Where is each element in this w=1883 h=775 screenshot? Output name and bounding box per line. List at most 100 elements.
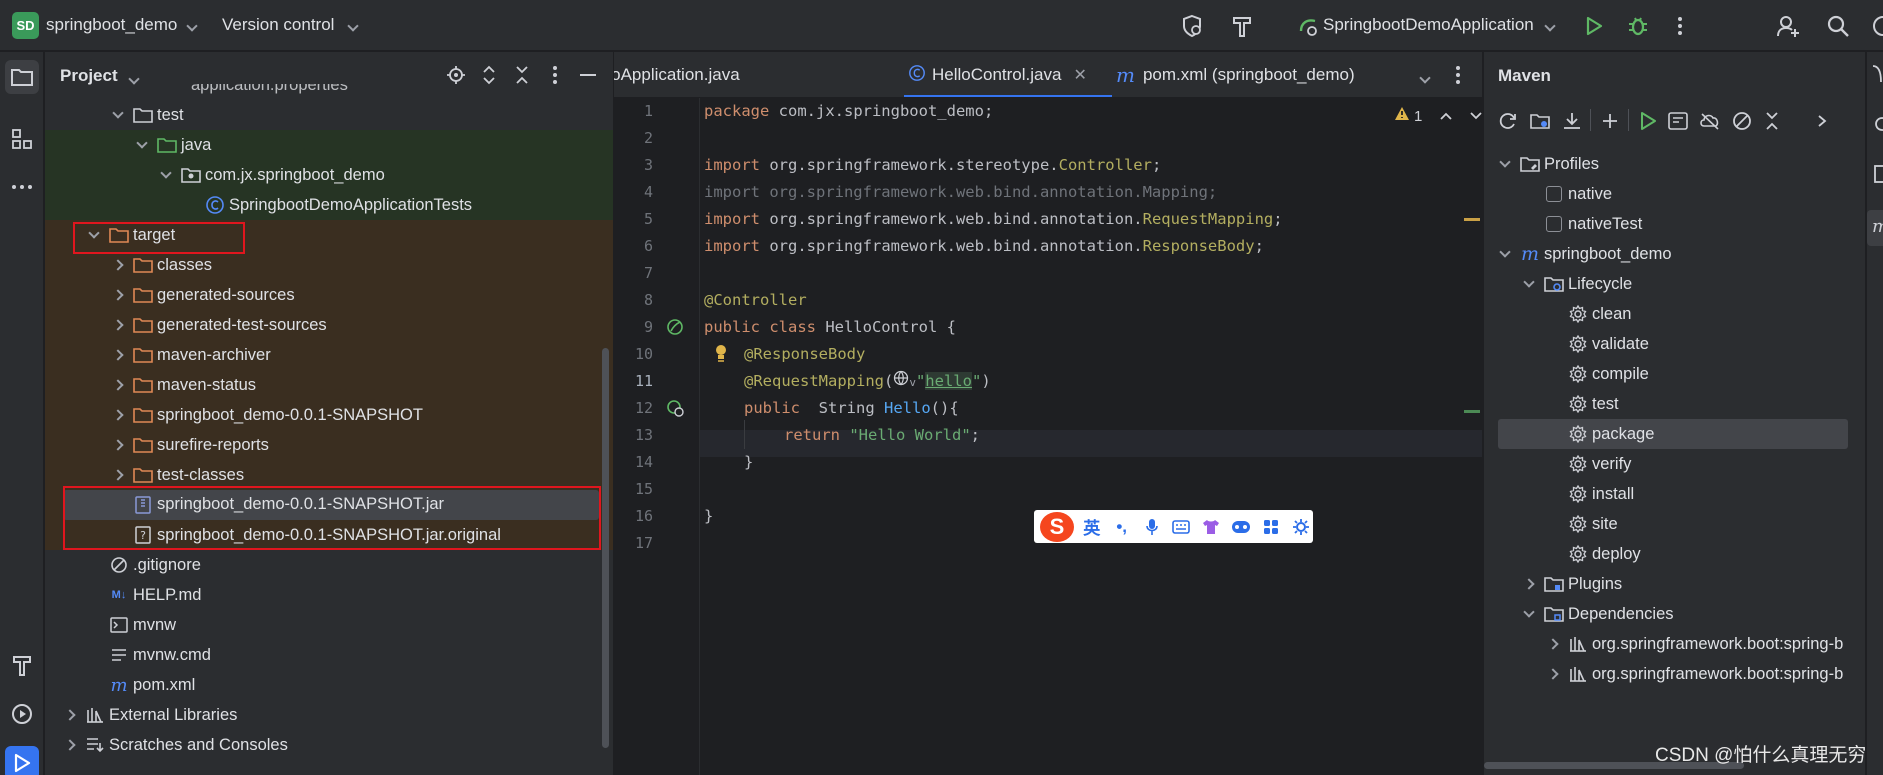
chevron-down-icon[interactable] — [87, 227, 101, 242]
chevron-right-icon[interactable] — [1546, 667, 1560, 681]
minimize-icon[interactable] — [580, 74, 596, 76]
settings-icon[interactable] — [1289, 516, 1313, 538]
chevron-right-icon[interactable] — [111, 438, 125, 452]
database-icon[interactable] — [1869, 112, 1883, 136]
run-icon[interactable] — [1636, 109, 1660, 133]
spring-bean-gutter-icon[interactable] — [666, 318, 684, 341]
tree-item-generated-test-sources[interactable]: generated-test-sources — [45, 310, 613, 340]
chevron-down-icon[interactable] — [111, 107, 125, 122]
maven-dependency[interactable]: org.springframework.boot:spring-b — [1484, 629, 1865, 659]
tree-item-surefire-reports[interactable]: surefire-reports — [45, 430, 613, 460]
chevron-right-icon[interactable] — [111, 288, 125, 302]
chevron-down-icon[interactable] — [1498, 156, 1512, 171]
maven-goal-package[interactable]: package — [1498, 419, 1848, 449]
tree-item-scratches[interactable]: Scratches and Consoles — [45, 730, 613, 760]
profile-checkbox[interactable] — [1544, 214, 1564, 234]
project-tool-button[interactable] — [5, 60, 39, 94]
project-name-button[interactable]: springboot_demo — [46, 15, 177, 35]
tree-item-generated-sources[interactable]: generated-sources — [45, 280, 613, 310]
chevron-right-icon[interactable] — [1546, 637, 1560, 651]
microphone-icon[interactable] — [1140, 516, 1164, 538]
run-configuration-selector[interactable]: SpringbootDemoApplication — [1323, 15, 1534, 35]
tree-item-maven-status[interactable]: maven-status — [45, 370, 613, 400]
chevron-down-icon[interactable] — [1419, 69, 1431, 87]
chevron-down-icon[interactable] — [159, 167, 173, 182]
maven-goal-deploy[interactable]: deploy — [1484, 539, 1865, 569]
version-control-button[interactable]: Version control — [222, 15, 334, 35]
skin-shirt-icon[interactable] — [1199, 516, 1223, 538]
chevron-right-icon[interactable] — [111, 258, 125, 272]
maven-goal-compile[interactable]: compile — [1484, 359, 1865, 389]
maven-item-plugins[interactable]: Plugins — [1484, 569, 1865, 599]
chevron-right-icon[interactable] — [1810, 109, 1834, 133]
chevron-right-icon[interactable] — [1522, 577, 1536, 591]
reload-icon[interactable] — [1496, 109, 1520, 133]
tab-options-icon[interactable] — [1455, 65, 1461, 90]
ime-language-toggle[interactable]: 英 — [1080, 516, 1104, 538]
chevron-down-icon[interactable] — [1498, 246, 1512, 261]
tree-item-mvnw[interactable]: mvnw — [45, 610, 613, 640]
tree-item-snapshot-folder[interactable]: springboot_demo-0.0.1-SNAPSHOT — [45, 400, 613, 430]
maven-item-dependencies[interactable]: Dependencies — [1484, 599, 1865, 629]
hammer-icon[interactable] — [1228, 12, 1256, 40]
tree-item-help-md[interactable]: M↓ HELP.md — [45, 580, 613, 610]
tree-item[interactable]: application.properties — [45, 84, 613, 100]
maven-goal-validate[interactable]: validate — [1484, 329, 1865, 359]
services-tool-button[interactable] — [5, 697, 39, 731]
chevron-down-icon[interactable] — [1522, 276, 1536, 291]
gamepad-icon[interactable] — [1229, 516, 1253, 538]
code-editor[interactable]: package com.jx.springboot_demo; import o… — [704, 98, 1464, 775]
tree-item-java[interactable]: java — [45, 130, 613, 160]
offline-mode-icon[interactable] — [1698, 109, 1722, 133]
tree-item-external-libraries[interactable]: External Libraries — [45, 700, 613, 730]
download-icon[interactable] — [1560, 109, 1584, 133]
add-user-icon[interactable] — [1774, 12, 1802, 40]
ime-toolbar[interactable]: S 英 •, — [1034, 510, 1313, 543]
tree-item-maven-archiver[interactable]: maven-archiver — [45, 340, 613, 370]
chevron-right-icon[interactable] — [63, 738, 77, 752]
vertical-scrollbar[interactable] — [602, 348, 609, 748]
gradle-icon[interactable] — [1869, 162, 1883, 186]
tree-item-classes[interactable]: classes — [45, 250, 613, 280]
tree-item-test-classes[interactable]: test-classes — [45, 460, 613, 490]
more-tools-icon[interactable] — [5, 170, 39, 204]
run-tool-button[interactable] — [5, 746, 39, 775]
shield-icon[interactable] — [1178, 12, 1206, 40]
globe-icon[interactable] — [893, 368, 909, 395]
endpoint-gutter-icon[interactable] — [666, 399, 684, 422]
search-icon[interactable] — [1824, 12, 1852, 40]
notifications-icon[interactable] — [1869, 62, 1883, 86]
change-stripe-marker[interactable] — [1464, 410, 1480, 413]
run-icon[interactable] — [1580, 12, 1608, 40]
ime-punctuation-toggle[interactable]: •, — [1110, 516, 1134, 538]
add-icon[interactable] — [1598, 109, 1622, 133]
apps-grid-icon[interactable] — [1259, 516, 1283, 538]
collapse-all-icon[interactable] — [1760, 109, 1784, 133]
build-tool-button[interactable] — [5, 648, 39, 682]
tree-item-test[interactable]: test — [45, 100, 613, 130]
chevron-down-icon[interactable] — [1522, 606, 1536, 621]
tree-item-jar-original[interactable]: ? springboot_demo-0.0.1-SNAPSHOT.jar.ori… — [45, 520, 613, 550]
execute-goal-icon[interactable] — [1666, 109, 1690, 133]
tab-springboot-demo-application[interactable]: SpringbootDemoApplication.java — [614, 52, 740, 97]
chevron-right-icon[interactable] — [111, 408, 125, 422]
chevron-down-icon[interactable] — [1470, 107, 1482, 125]
tree-item-pom[interactable]: m pom.xml — [45, 670, 613, 700]
tree-item-gitignore[interactable]: .gitignore — [45, 550, 613, 580]
tree-item-mvnw-cmd[interactable]: mvnw.cmd — [45, 640, 613, 670]
project-panel-title[interactable]: Project — [60, 66, 118, 86]
structure-tool-button[interactable] — [5, 122, 39, 156]
tab-hello-control[interactable]: HelloControl.java ✕ — [908, 52, 1087, 97]
chevron-right-icon[interactable] — [111, 318, 125, 332]
maven-goal-clean[interactable]: clean — [1484, 299, 1865, 329]
maven-profile-native[interactable]: native — [1484, 179, 1865, 209]
tree-item-jar[interactable]: springboot_demo-0.0.1-SNAPSHOT.jar — [63, 490, 599, 520]
tab-pom[interactable]: m pom.xml (springboot_demo) — [1116, 52, 1355, 97]
maven-goal-site[interactable]: site — [1484, 509, 1865, 539]
close-icon[interactable]: ✕ — [1073, 65, 1086, 85]
maven-goal-test[interactable]: test — [1484, 389, 1865, 419]
warning-stripe-marker[interactable] — [1464, 218, 1480, 221]
maven-item-profiles[interactable]: Profiles — [1484, 149, 1865, 179]
chevron-right-icon[interactable] — [63, 708, 77, 722]
chevron-down-icon[interactable] — [135, 137, 149, 152]
